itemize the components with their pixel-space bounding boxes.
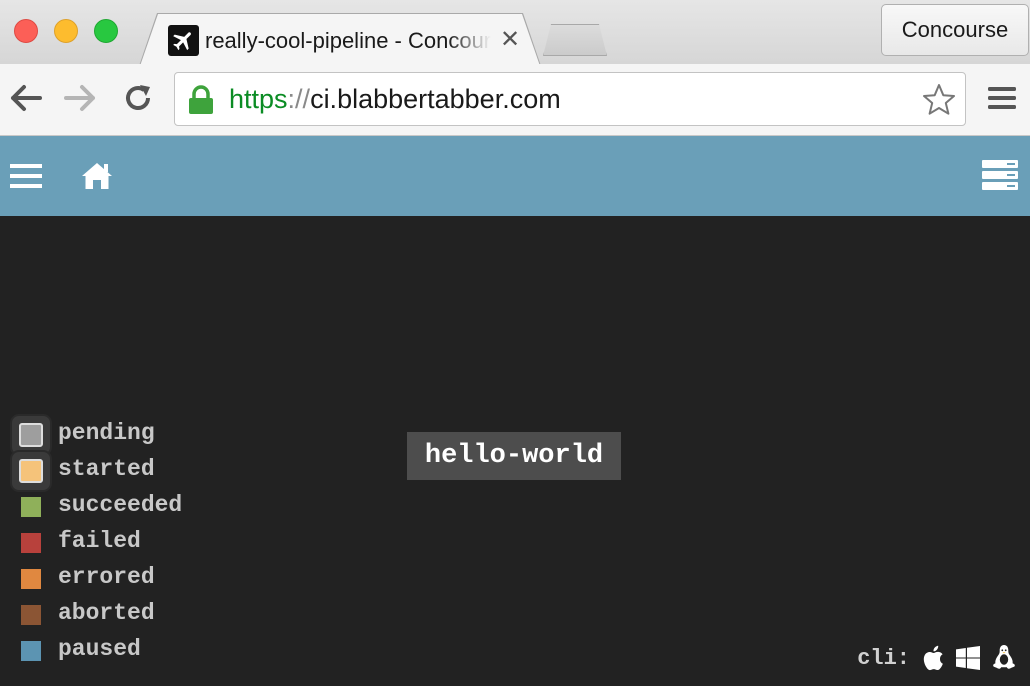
legend-item-started: started: [0, 450, 240, 492]
reload-icon[interactable]: [120, 80, 156, 116]
zoom-window-button[interactable]: [94, 19, 118, 43]
address-bar[interactable]: https://ci.blabbertabber.com: [174, 72, 966, 126]
back-arrow-icon[interactable]: [8, 80, 44, 116]
legend-swatch-started: [19, 459, 43, 483]
legend-label: failed: [58, 528, 141, 554]
windows-icon[interactable]: [956, 646, 980, 670]
hamburger-menu-icon[interactable]: [10, 162, 42, 190]
legend-item-aborted: aborted: [0, 596, 240, 632]
cli-label: cli:: [857, 645, 910, 671]
job-hello-world[interactable]: hello-world: [407, 432, 621, 480]
profile-button[interactable]: Concourse: [881, 4, 1029, 56]
legend-label: errored: [58, 564, 155, 590]
home-icon[interactable]: [80, 160, 114, 192]
browser-toolbar: https://ci.blabbertabber.com: [0, 64, 1030, 136]
legend-label: pending: [58, 420, 155, 446]
legend-item-failed: failed: [0, 524, 240, 560]
legend-swatch-paused: [21, 641, 41, 661]
bookmark-star-icon[interactable]: [921, 82, 957, 118]
forward-arrow-icon[interactable]: [62, 80, 98, 116]
cli-downloads: cli:: [857, 644, 1016, 672]
lock-icon: [187, 85, 215, 115]
tab-title: really-cool-pipeline - Concourse: [205, 28, 491, 53]
legend-label: started: [58, 456, 155, 482]
linux-icon[interactable]: [992, 644, 1016, 672]
apple-icon[interactable]: [922, 645, 944, 671]
legend-item-paused: paused: [0, 632, 240, 668]
legend-swatch-aborted: [21, 605, 41, 625]
legend-swatch-failed: [21, 533, 41, 553]
legend-label: aborted: [58, 600, 155, 626]
legend-label: paused: [58, 636, 141, 662]
legend-swatch-errored: [21, 569, 41, 589]
pipeline-canvas: hello-world pending started succeeded fa…: [0, 216, 1030, 686]
legend-item-errored: errored: [0, 560, 240, 596]
legend-item-pending: pending: [0, 414, 240, 456]
airplane-icon: [168, 25, 199, 56]
browser-menu-icon[interactable]: [984, 80, 1020, 116]
new-tab-button[interactable]: [543, 24, 607, 56]
legend-item-succeeded: succeeded: [0, 488, 240, 524]
minimize-window-button[interactable]: [54, 19, 78, 43]
url-text: https://ci.blabbertabber.com: [229, 84, 561, 114]
close-window-button[interactable]: [14, 19, 38, 43]
concourse-top-bar: [0, 136, 1030, 216]
browser-tab-bar: really-cool-pipeline - Concourse ✕ Conco…: [0, 0, 1030, 66]
legend-swatch-succeeded: [21, 497, 41, 517]
legend-label: succeeded: [58, 492, 183, 518]
legend-swatch-pending: [19, 423, 43, 447]
server-icon[interactable]: [981, 158, 1019, 192]
tab-close-icon[interactable]: ✕: [496, 26, 524, 54]
